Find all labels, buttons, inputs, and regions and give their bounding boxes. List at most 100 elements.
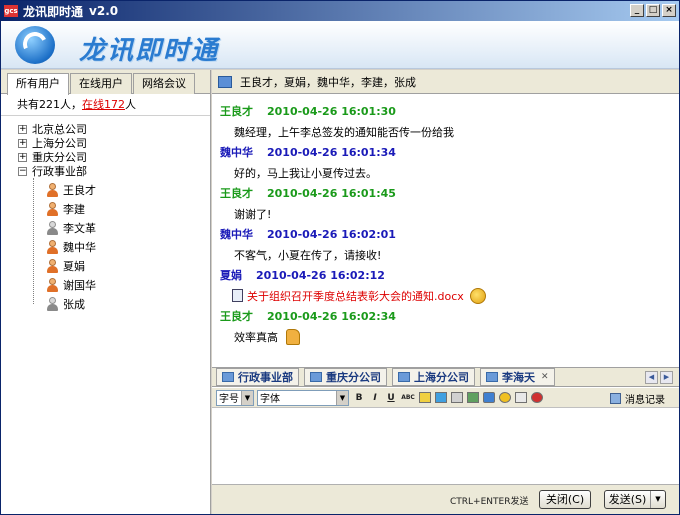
contacts-panel: 所有用户 在线用户 网络会议 共有221人，在线172人 + 北京总公司 + 上海分…: [1, 70, 211, 514]
file-send-icon[interactable]: [515, 392, 527, 403]
send-shortcut-hint: CTRL+ENTER发送: [450, 497, 529, 507]
count-prefix: 共有221人，: [17, 98, 82, 111]
close-window-button[interactable]: ×: [662, 4, 676, 17]
send-options-chevron-icon[interactable]: ▼: [650, 491, 665, 508]
font-family-value: 字体: [260, 394, 280, 405]
image-icon[interactable]: [467, 392, 479, 403]
message-header: 王良才 2010-04-26 16:01:30: [220, 102, 679, 120]
message-body: 不客气，小夏在传了，请接收!: [220, 243, 679, 266]
message-time: 2010-04-26 16:02:12: [256, 268, 385, 282]
italic-button[interactable]: I: [369, 392, 381, 404]
message-input[interactable]: [212, 409, 679, 484]
tab-all-users[interactable]: 所有用户: [7, 73, 69, 95]
session-tab-label: 行政事业部: [238, 371, 293, 384]
group-shanghai[interactable]: + 上海分公司: [1, 136, 210, 150]
maximize-button[interactable]: □: [646, 4, 660, 17]
chat-header: 王良才，夏娟，魏中华，李建，张成: [212, 70, 679, 94]
font-family-select[interactable]: 字体 ▼: [257, 389, 349, 406]
message-text: 魏经理，上午李总签发的通知能否传一份给我: [234, 125, 454, 139]
chat-panel: 王良才，夏娟，魏中华，李建，张成 王良才 2010-04-26 16:01:30 …: [212, 70, 679, 514]
tab-close-icon[interactable]: ✕: [541, 372, 549, 382]
send-label: 发送(S): [608, 493, 647, 506]
chevron-down-icon: ▼: [336, 390, 348, 405]
title-bar[interactable]: gcs 龙讯即时通 v2.0 _ □ ×: [1, 1, 679, 21]
thumbs-up-icon: [286, 328, 300, 345]
user-name: 魏中华: [63, 240, 96, 254]
record-icon[interactable]: [531, 392, 543, 403]
count-suffix: 人: [125, 98, 136, 111]
message-time: 2010-04-26 16:01:45: [267, 186, 396, 200]
expand-icon[interactable]: +: [18, 138, 27, 148]
message-body: 谢谢了!: [220, 202, 679, 225]
user-online-icon: [46, 277, 58, 292]
message-header: 王良才 2010-04-26 16:02:34: [220, 307, 679, 325]
user-online-icon: [46, 182, 58, 197]
collapse-icon[interactable]: −: [18, 166, 27, 176]
minimize-button[interactable]: _: [630, 4, 644, 17]
message-time: 2010-04-26 16:01:34: [267, 145, 396, 159]
sender-name: 王良才: [220, 310, 253, 323]
user-name: 张成: [63, 297, 85, 311]
message-body: 好的，马上我让小夏传过去。: [220, 161, 679, 184]
group-icon: [398, 372, 410, 382]
message-header: 魏中华 2010-04-26 16:01:34: [220, 143, 679, 161]
group-chat-icon: [218, 75, 232, 88]
main-window: gcs 龙讯即时通 v2.0 _ □ × 龙讯即时通 所有用户 在线用户 网络会…: [0, 0, 680, 515]
group-icon: [310, 372, 322, 382]
expand-icon[interactable]: +: [18, 152, 27, 162]
group-icon: [222, 372, 234, 382]
contact-tree: + 北京总公司 + 上海分公司 + 重庆分公司 − 行政事业部 王良才 李建 李文革 魏…: [1, 116, 210, 313]
font-color-icon[interactable]: [419, 392, 431, 403]
message-body: 关于组织召开季度总结表彰大会的通知.docx: [220, 284, 679, 307]
font-size-value: 字号: [219, 394, 239, 405]
message-time: 2010-04-26 16:01:30: [267, 104, 396, 118]
send-bar: CTRL+ENTER发送 关闭(C) 发送(S) ▼: [212, 484, 679, 514]
group-beijing[interactable]: + 北京总公司: [1, 122, 210, 136]
message-body: 魏经理，上午李总签发的通知能否传一份给我: [220, 120, 679, 143]
message-header: 魏中华 2010-04-26 16:02:01: [220, 225, 679, 243]
background-color-icon[interactable]: [435, 392, 447, 403]
file-link[interactable]: 关于组织召开季度总结表彰大会的通知.docx: [247, 288, 464, 304]
session-tab[interactable]: 重庆分公司: [304, 368, 387, 386]
sender-name: 夏娟: [220, 269, 242, 282]
close-chat-button[interactable]: 关闭(C): [539, 490, 591, 509]
font-size-select[interactable]: 字号 ▼: [216, 389, 254, 406]
message-header: 王良才 2010-04-26 16:01:45: [220, 184, 679, 202]
message-text: 好的，马上我让小夏传过去。: [234, 166, 377, 180]
logo-icon: [15, 26, 55, 64]
user-name: 李文革: [63, 221, 96, 235]
send-button[interactable]: 发送(S) ▼: [604, 490, 666, 509]
user-offline-icon: [46, 296, 58, 311]
tab-online-users[interactable]: 在线用户: [70, 73, 132, 94]
tab-scroll-left-button[interactable]: ◀: [645, 371, 658, 384]
bold-button[interactable]: B: [353, 392, 365, 404]
message-text: 效率真高: [234, 330, 278, 344]
session-tab[interactable]: 行政事业部: [216, 368, 299, 386]
message-log-button[interactable]: 消息记录: [610, 391, 665, 406]
message-text: 不客气，小夏在传了，请接收!: [234, 248, 382, 262]
user-count: 共有221人，在线172人: [1, 94, 210, 116]
message-time: 2010-04-26 16:02:01: [267, 227, 396, 241]
tab-web-meeting[interactable]: 网络会议: [133, 73, 195, 94]
online-count-link[interactable]: 在线172: [82, 98, 125, 111]
session-tab-label: 重庆分公司: [326, 371, 381, 384]
underline-button[interactable]: U: [385, 392, 397, 404]
strikethrough-button[interactable]: ABC: [401, 392, 415, 404]
session-tab[interactable]: 李海天 ✕: [480, 368, 555, 386]
expand-icon[interactable]: +: [18, 124, 27, 134]
screenshot-icon[interactable]: [451, 392, 463, 403]
shake-icon[interactable]: [483, 392, 495, 403]
user-online-icon: [46, 201, 58, 216]
emoji-icon[interactable]: [499, 392, 511, 403]
brand-title: 龙讯即时通: [79, 36, 220, 66]
smiley-icon: [469, 287, 486, 304]
file-icon: [232, 289, 243, 302]
session-tab[interactable]: 上海分公司: [392, 368, 475, 386]
tab-scroll-right-button[interactable]: ▶: [660, 371, 673, 384]
group-admin[interactable]: − 行政事业部: [1, 164, 210, 178]
group-chongqing[interactable]: + 重庆分公司: [1, 150, 210, 164]
message-body: 效率真高: [220, 325, 679, 348]
sender-name: 魏中华: [220, 228, 253, 241]
user-icon: [486, 372, 498, 382]
contacts-tabs: 所有用户 在线用户 网络会议: [1, 70, 210, 95]
